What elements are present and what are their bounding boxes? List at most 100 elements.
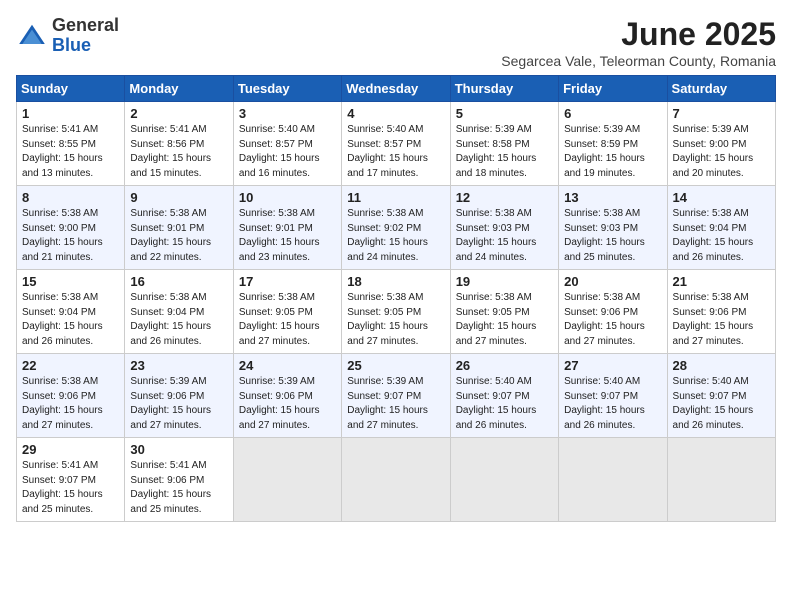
daylight-label: Daylight: 15 hours and 24 minutes. — [456, 237, 537, 263]
sunrise-label: Sunrise: 5:40 AM — [239, 124, 315, 135]
sunset-label: Sunset: 8:59 PM — [564, 139, 638, 150]
daylight-label: Daylight: 15 hours and 19 minutes. — [564, 153, 645, 179]
daylight-label: Daylight: 15 hours and 21 minutes. — [22, 237, 103, 263]
daylight-label: Daylight: 15 hours and 27 minutes. — [239, 321, 320, 347]
sunset-label: Sunset: 9:06 PM — [130, 391, 204, 402]
sunset-label: Sunset: 9:01 PM — [130, 223, 204, 234]
sunrise-label: Sunrise: 5:39 AM — [130, 376, 206, 387]
sunrise-label: Sunrise: 5:38 AM — [22, 376, 98, 387]
day-number: 21 — [673, 274, 770, 289]
sunrise-label: Sunrise: 5:38 AM — [564, 292, 640, 303]
table-row: 21 Sunrise: 5:38 AM Sunset: 9:06 PM Dayl… — [667, 270, 775, 354]
table-row: 24 Sunrise: 5:39 AM Sunset: 9:06 PM Dayl… — [233, 354, 341, 438]
daylight-label: Daylight: 15 hours and 22 minutes. — [130, 237, 211, 263]
day-info: Sunrise: 5:39 AM Sunset: 9:07 PM Dayligh… — [347, 375, 444, 433]
sunset-label: Sunset: 9:06 PM — [22, 391, 96, 402]
table-row: 17 Sunrise: 5:38 AM Sunset: 9:05 PM Dayl… — [233, 270, 341, 354]
day-number: 19 — [456, 274, 553, 289]
table-row: 2 Sunrise: 5:41 AM Sunset: 8:56 PM Dayli… — [125, 102, 233, 186]
table-row — [233, 438, 341, 522]
daylight-label: Daylight: 15 hours and 23 minutes. — [239, 237, 320, 263]
day-number: 28 — [673, 358, 770, 373]
day-number: 13 — [564, 190, 661, 205]
table-row: 9 Sunrise: 5:38 AM Sunset: 9:01 PM Dayli… — [125, 186, 233, 270]
col-wednesday: Wednesday — [342, 76, 450, 102]
sunrise-label: Sunrise: 5:38 AM — [22, 292, 98, 303]
sunrise-label: Sunrise: 5:38 AM — [347, 208, 423, 219]
table-row: 18 Sunrise: 5:38 AM Sunset: 9:05 PM Dayl… — [342, 270, 450, 354]
table-row: 26 Sunrise: 5:40 AM Sunset: 9:07 PM Dayl… — [450, 354, 558, 438]
table-row: 20 Sunrise: 5:38 AM Sunset: 9:06 PM Dayl… — [559, 270, 667, 354]
logo-general: General — [52, 15, 119, 35]
sunset-label: Sunset: 9:05 PM — [347, 307, 421, 318]
sunrise-label: Sunrise: 5:38 AM — [456, 292, 532, 303]
calendar-week-row: 15 Sunrise: 5:38 AM Sunset: 9:04 PM Dayl… — [17, 270, 776, 354]
daylight-label: Daylight: 15 hours and 24 minutes. — [347, 237, 428, 263]
col-tuesday: Tuesday — [233, 76, 341, 102]
day-number: 20 — [564, 274, 661, 289]
sunset-label: Sunset: 9:00 PM — [22, 223, 96, 234]
table-row: 16 Sunrise: 5:38 AM Sunset: 9:04 PM Dayl… — [125, 270, 233, 354]
daylight-label: Daylight: 15 hours and 26 minutes. — [564, 405, 645, 431]
daylight-label: Daylight: 15 hours and 13 minutes. — [22, 153, 103, 179]
day-info: Sunrise: 5:39 AM Sunset: 9:06 PM Dayligh… — [239, 375, 336, 433]
sunrise-label: Sunrise: 5:39 AM — [347, 376, 423, 387]
day-info: Sunrise: 5:40 AM Sunset: 9:07 PM Dayligh… — [564, 375, 661, 433]
table-row — [667, 438, 775, 522]
day-info: Sunrise: 5:38 AM Sunset: 9:04 PM Dayligh… — [673, 207, 770, 265]
day-number: 7 — [673, 106, 770, 121]
day-number: 11 — [347, 190, 444, 205]
day-info: Sunrise: 5:38 AM Sunset: 9:04 PM Dayligh… — [22, 291, 119, 349]
daylight-label: Daylight: 15 hours and 27 minutes. — [239, 405, 320, 431]
day-number: 5 — [456, 106, 553, 121]
sunset-label: Sunset: 9:07 PM — [456, 391, 530, 402]
day-info: Sunrise: 5:38 AM Sunset: 9:03 PM Dayligh… — [456, 207, 553, 265]
day-info: Sunrise: 5:38 AM Sunset: 9:05 PM Dayligh… — [456, 291, 553, 349]
calendar-week-row: 8 Sunrise: 5:38 AM Sunset: 9:00 PM Dayli… — [17, 186, 776, 270]
day-number: 14 — [673, 190, 770, 205]
table-row: 30 Sunrise: 5:41 AM Sunset: 9:06 PM Dayl… — [125, 438, 233, 522]
table-row: 27 Sunrise: 5:40 AM Sunset: 9:07 PM Dayl… — [559, 354, 667, 438]
day-number: 6 — [564, 106, 661, 121]
logo-icon — [16, 20, 48, 52]
day-number: 23 — [130, 358, 227, 373]
sunrise-label: Sunrise: 5:39 AM — [239, 376, 315, 387]
sunset-label: Sunset: 9:07 PM — [673, 391, 747, 402]
calendar-week-row: 29 Sunrise: 5:41 AM Sunset: 9:07 PM Dayl… — [17, 438, 776, 522]
daylight-label: Daylight: 15 hours and 25 minutes. — [130, 489, 211, 515]
month-title: June 2025 — [501, 16, 776, 53]
daylight-label: Daylight: 15 hours and 26 minutes. — [22, 321, 103, 347]
day-info: Sunrise: 5:38 AM Sunset: 9:04 PM Dayligh… — [130, 291, 227, 349]
day-info: Sunrise: 5:38 AM Sunset: 9:01 PM Dayligh… — [130, 207, 227, 265]
day-number: 24 — [239, 358, 336, 373]
sunset-label: Sunset: 9:03 PM — [564, 223, 638, 234]
sunrise-label: Sunrise: 5:39 AM — [564, 124, 640, 135]
table-row — [450, 438, 558, 522]
table-row: 14 Sunrise: 5:38 AM Sunset: 9:04 PM Dayl… — [667, 186, 775, 270]
sunset-label: Sunset: 9:07 PM — [564, 391, 638, 402]
sunrise-label: Sunrise: 5:41 AM — [130, 460, 206, 471]
day-info: Sunrise: 5:40 AM Sunset: 9:07 PM Dayligh… — [673, 375, 770, 433]
day-number: 25 — [347, 358, 444, 373]
day-number: 2 — [130, 106, 227, 121]
table-row: 28 Sunrise: 5:40 AM Sunset: 9:07 PM Dayl… — [667, 354, 775, 438]
table-row: 6 Sunrise: 5:39 AM Sunset: 8:59 PM Dayli… — [559, 102, 667, 186]
day-number: 3 — [239, 106, 336, 121]
day-number: 26 — [456, 358, 553, 373]
sunset-label: Sunset: 8:56 PM — [130, 139, 204, 150]
table-row: 3 Sunrise: 5:40 AM Sunset: 8:57 PM Dayli… — [233, 102, 341, 186]
sunrise-label: Sunrise: 5:38 AM — [130, 208, 206, 219]
sunset-label: Sunset: 8:57 PM — [239, 139, 313, 150]
title-block: June 2025 Segarcea Vale, Teleorman Count… — [501, 16, 776, 69]
sunset-label: Sunset: 9:04 PM — [673, 223, 747, 234]
day-number: 30 — [130, 442, 227, 457]
day-info: Sunrise: 5:38 AM Sunset: 9:06 PM Dayligh… — [564, 291, 661, 349]
daylight-label: Daylight: 15 hours and 25 minutes. — [22, 489, 103, 515]
daylight-label: Daylight: 15 hours and 26 minutes. — [673, 237, 754, 263]
sunrise-label: Sunrise: 5:38 AM — [673, 208, 749, 219]
day-number: 10 — [239, 190, 336, 205]
sunset-label: Sunset: 9:06 PM — [130, 475, 204, 486]
day-info: Sunrise: 5:41 AM Sunset: 9:07 PM Dayligh… — [22, 459, 119, 517]
day-info: Sunrise: 5:39 AM Sunset: 8:58 PM Dayligh… — [456, 123, 553, 181]
sunset-label: Sunset: 9:06 PM — [239, 391, 313, 402]
